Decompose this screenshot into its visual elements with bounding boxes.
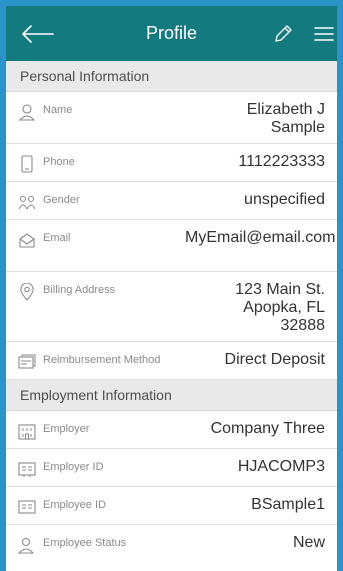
- gender-value: unspecified: [244, 191, 325, 208]
- section-personal-information: Personal Information: [6, 61, 337, 92]
- phone-label: Phone: [43, 156, 75, 168]
- profile-screen: Profile Personal Information Name Elizab…: [6, 6, 337, 571]
- row-employer-id[interactable]: Employer ID HJACOMP3: [6, 449, 337, 487]
- person-status-icon: [18, 536, 36, 554]
- badge-icon: [18, 498, 36, 516]
- row-name[interactable]: Name Elizabeth J Sample: [6, 92, 337, 144]
- reimbursement-method-value: Direct Deposit: [224, 351, 325, 368]
- billing-address-value: 123 Main St. Apopka, FL 32888: [235, 281, 325, 334]
- row-email[interactable]: Email MyEmail@email.com: [6, 220, 337, 272]
- building-icon: [18, 422, 36, 440]
- employee-id-label: Employee ID: [43, 499, 106, 511]
- location-pin-icon: [18, 283, 36, 301]
- row-reimbursement-method[interactable]: Reimbursement Method Direct Deposit: [6, 342, 337, 380]
- employee-status-value: New: [292, 534, 325, 551]
- phone-value: 1112223333: [238, 153, 325, 170]
- employer-id-label: Employer ID: [43, 461, 104, 473]
- row-gender[interactable]: Gender unspecified: [6, 182, 337, 220]
- person-icon: [18, 103, 36, 121]
- gender-icon: [18, 193, 36, 211]
- row-employee-status[interactable]: Employee Status New: [6, 525, 337, 563]
- name-label: Name: [43, 104, 73, 116]
- employee-id-value: BSample1: [251, 496, 325, 513]
- employer-id-value: HJACOMP3: [237, 458, 325, 475]
- name-value: Elizabeth J Sample: [246, 101, 325, 136]
- row-phone[interactable]: Phone 1112223333: [6, 144, 337, 182]
- hamburger-menu-icon[interactable]: [314, 24, 334, 44]
- section-employment-information: Employment Information: [6, 380, 337, 411]
- employer-value: Company Three: [210, 420, 325, 437]
- row-employee-id[interactable]: Employee ID BSample1: [6, 487, 337, 525]
- row-billing-address[interactable]: Billing Address 123 Main St. Apopka, FL …: [6, 272, 337, 342]
- reimbursement-method-label: Reimbursement Method: [43, 354, 161, 366]
- billing-address-label: Billing Address: [43, 284, 116, 296]
- email-value: MyEmail@email.com: [185, 229, 336, 246]
- employer-label: Employer: [43, 423, 90, 435]
- id-card-icon: [18, 460, 36, 478]
- email-icon: [18, 231, 36, 249]
- row-employer[interactable]: Employer Company Three: [6, 411, 337, 449]
- pencil-icon[interactable]: [272, 23, 294, 45]
- gender-label: Gender: [43, 194, 80, 206]
- email-label: Email: [43, 232, 71, 244]
- reimbursement-icon: [18, 353, 36, 371]
- app-header: Profile: [6, 6, 337, 61]
- phone-icon: [18, 155, 36, 173]
- employee-status-label: Employee Status: [43, 537, 127, 549]
